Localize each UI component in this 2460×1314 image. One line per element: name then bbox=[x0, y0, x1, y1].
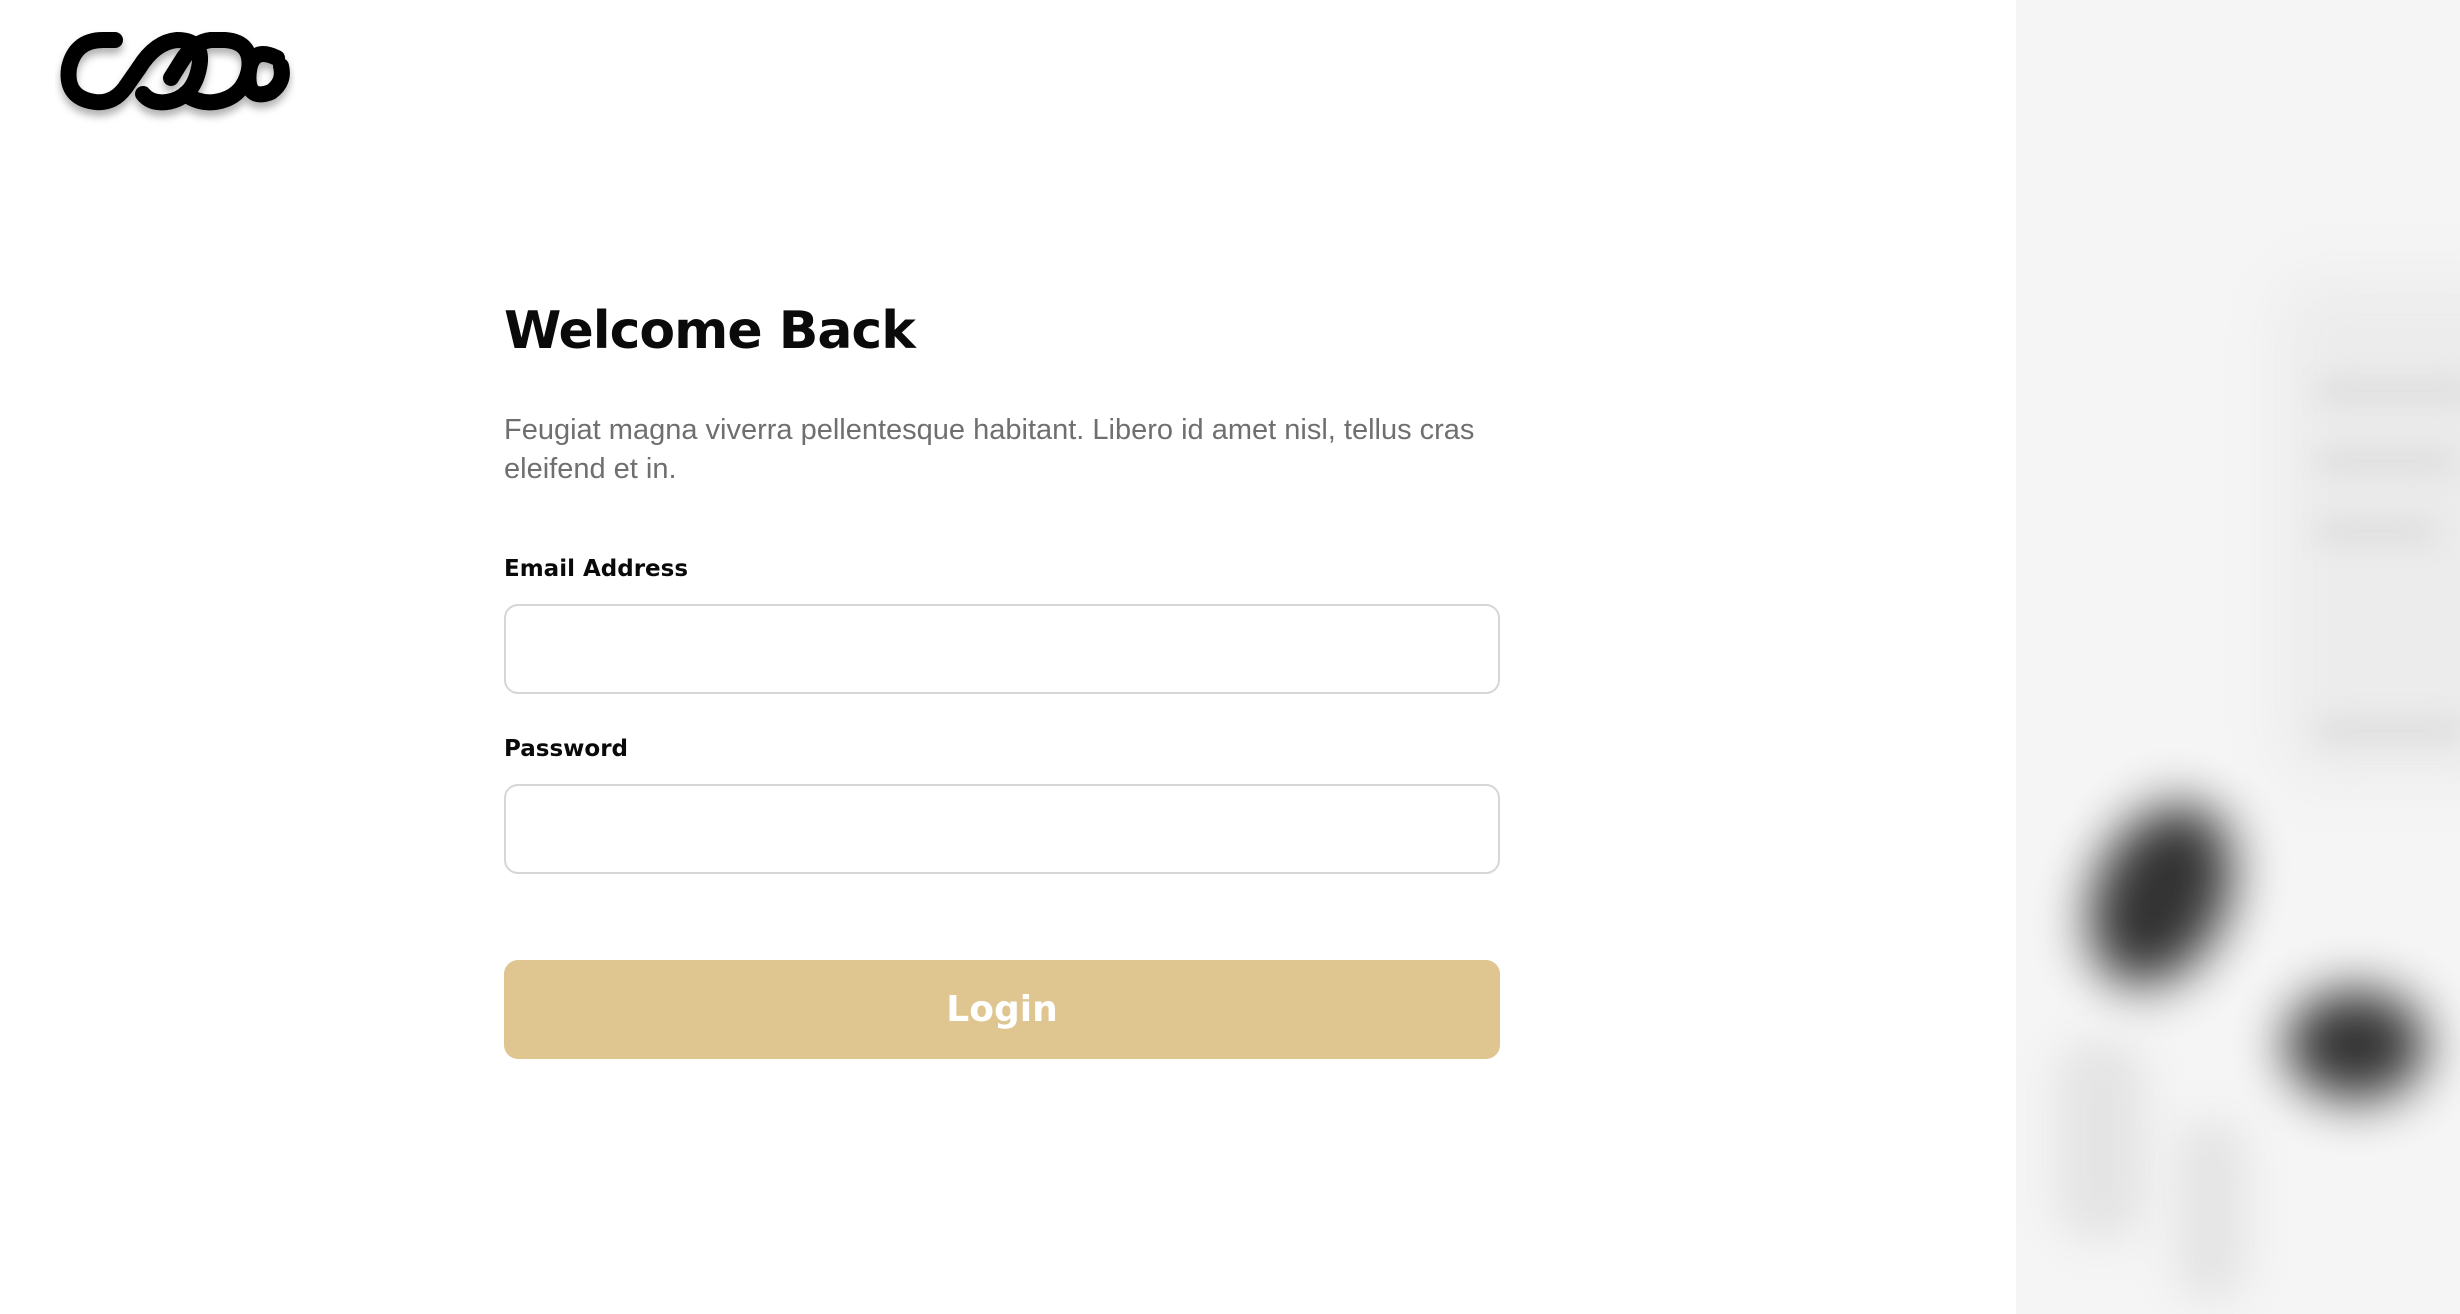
blurred-shape bbox=[2056, 1040, 2146, 1240]
email-field[interactable] bbox=[504, 604, 1500, 694]
login-page: Welcome Back Feugiat magna viverra pelle… bbox=[0, 0, 2460, 1314]
decorative-side-panel bbox=[2016, 0, 2460, 1314]
blurred-shape bbox=[2176, 1120, 2246, 1300]
chain-link-logo-icon bbox=[60, 32, 290, 111]
blurred-shape bbox=[2286, 990, 2426, 1100]
password-field[interactable] bbox=[504, 784, 1500, 874]
page-subtitle: Feugiat magna viverra pellentesque habit… bbox=[504, 414, 1475, 485]
password-label: Password bbox=[504, 736, 628, 762]
page-title: Welcome Back bbox=[504, 301, 916, 361]
blurred-shape bbox=[2061, 781, 2261, 1009]
blurred-line bbox=[2316, 720, 2460, 742]
brand-logo[interactable] bbox=[55, 18, 295, 130]
blurred-line bbox=[2316, 450, 2456, 472]
login-form: Welcome Back Feugiat magna viverra pelle… bbox=[504, 300, 1500, 1059]
login-button[interactable]: Login bbox=[504, 960, 1500, 1059]
email-label: Email Address bbox=[504, 556, 689, 582]
blurred-line bbox=[2316, 380, 2460, 402]
blurred-line bbox=[2316, 520, 2436, 542]
